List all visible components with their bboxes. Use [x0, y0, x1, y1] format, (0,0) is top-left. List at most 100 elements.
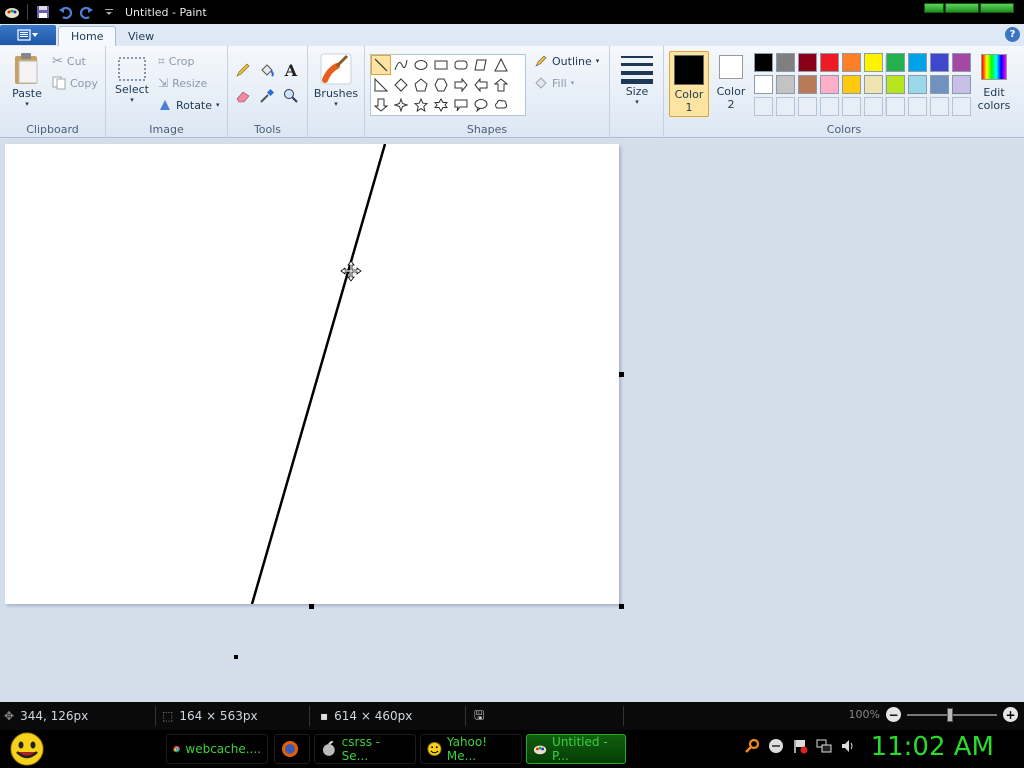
- palette-custom-slot[interactable]: [754, 97, 773, 116]
- triangle-shape-icon[interactable]: [491, 55, 511, 75]
- palette-swatch[interactable]: [930, 75, 949, 94]
- zoom-slider-thumb[interactable]: [947, 707, 953, 722]
- resize-handle-corner[interactable]: [619, 604, 624, 609]
- fill-button[interactable]: Fill ▾: [534, 73, 574, 93]
- palette-custom-slot[interactable]: [864, 97, 883, 116]
- taskbar-clock[interactable]: 11:02 AM: [871, 732, 994, 762]
- palette-custom-slot[interactable]: [842, 97, 861, 116]
- select-button[interactable]: Select ▾: [114, 56, 150, 104]
- palette-swatch[interactable]: [820, 75, 839, 94]
- minimize-button[interactable]: [924, 3, 944, 13]
- eraser-icon[interactable]: [233, 86, 253, 106]
- taskbar-item-csrss[interactable]: csrss - Se...: [314, 734, 416, 764]
- palette-swatch[interactable]: [864, 53, 883, 72]
- zoom-in-button[interactable]: +: [1003, 707, 1018, 722]
- resize-handle-bottom[interactable]: [309, 604, 314, 609]
- hexagon-shape-icon[interactable]: [431, 75, 451, 95]
- undo-icon[interactable]: [55, 2, 75, 22]
- oval-shape-icon[interactable]: [411, 55, 431, 75]
- palette-swatch[interactable]: [820, 53, 839, 72]
- curve-shape-icon[interactable]: [391, 55, 411, 75]
- canvas-workspace[interactable]: [0, 139, 1024, 702]
- rectangle-callout-shape-icon[interactable]: [451, 95, 471, 115]
- palette-swatch[interactable]: [798, 75, 817, 94]
- maximize-button[interactable]: [945, 3, 979, 13]
- palette-swatch[interactable]: [886, 75, 905, 94]
- line-shape-icon[interactable]: [371, 55, 391, 75]
- magnifier-icon[interactable]: [281, 86, 301, 106]
- palette-swatch[interactable]: [864, 75, 883, 94]
- pentagon-shape-icon[interactable]: [411, 75, 431, 95]
- palette-custom-slot[interactable]: [798, 97, 817, 116]
- tab-home[interactable]: Home: [58, 26, 117, 46]
- resize-handle-right[interactable]: [619, 372, 624, 377]
- redo-icon[interactable]: [77, 2, 97, 22]
- save-icon[interactable]: [33, 2, 53, 22]
- help-icon[interactable]: ?: [1005, 27, 1020, 42]
- outline-button[interactable]: Outline ▾: [534, 51, 599, 71]
- text-icon[interactable]: A: [281, 60, 301, 80]
- right-arrow-shape-icon[interactable]: [451, 75, 471, 95]
- rectangle-shape-icon[interactable]: [431, 55, 451, 75]
- customize-qat-icon[interactable]: [99, 2, 119, 22]
- palette-custom-slot[interactable]: [886, 97, 905, 116]
- rotate-button[interactable]: Rotate ▾: [158, 95, 220, 115]
- taskbar-item-firefox[interactable]: [274, 734, 310, 764]
- cut-button[interactable]: ✂ Cut: [52, 51, 86, 71]
- paste-button[interactable]: Paste ▾: [8, 52, 46, 108]
- palette-swatch[interactable]: [776, 53, 795, 72]
- palette-custom-slot[interactable]: [908, 97, 927, 116]
- up-arrow-shape-icon[interactable]: [491, 75, 511, 95]
- start-button[interactable]: [8, 732, 46, 766]
- search-icon[interactable]: [744, 738, 760, 754]
- oval-callout-shape-icon[interactable]: [471, 95, 491, 115]
- palette-custom-slot[interactable]: [820, 97, 839, 116]
- rounded-rectangle-shape-icon[interactable]: [451, 55, 471, 75]
- drawing-canvas[interactable]: [5, 144, 619, 604]
- polygon-shape-icon[interactable]: [471, 55, 491, 75]
- palette-custom-slot[interactable]: [776, 97, 795, 116]
- left-arrow-shape-icon[interactable]: [471, 75, 491, 95]
- right-triangle-shape-icon[interactable]: [371, 75, 391, 95]
- down-arrow-shape-icon[interactable]: [371, 95, 391, 115]
- palette-swatch[interactable]: [886, 53, 905, 72]
- palette-custom-slot[interactable]: [930, 97, 949, 116]
- edit-colors-button[interactable]: Edit colors: [976, 54, 1012, 116]
- brushes-button[interactable]: Brushes ▾: [312, 52, 360, 108]
- palette-swatch[interactable]: [842, 75, 861, 94]
- palette-swatch[interactable]: [930, 53, 949, 72]
- taskbar-item-paint[interactable]: Untitled - P...: [526, 734, 626, 764]
- zoom-out-button[interactable]: −: [886, 707, 901, 722]
- color-picker-icon[interactable]: [257, 86, 277, 106]
- palette-swatch[interactable]: [776, 75, 795, 94]
- taskbar-item-webcache[interactable]: webcache....: [166, 734, 268, 764]
- five-point-star-shape-icon[interactable]: [411, 95, 431, 115]
- pencil-icon[interactable]: [233, 60, 253, 80]
- cloud-callout-shape-icon[interactable]: [491, 95, 511, 115]
- six-point-star-shape-icon[interactable]: [431, 95, 451, 115]
- size-button[interactable]: Size ▾: [618, 54, 656, 106]
- palette-swatch[interactable]: [952, 53, 971, 72]
- network-icon[interactable]: [816, 738, 832, 754]
- palette-swatch[interactable]: [798, 53, 817, 72]
- zoom-slider[interactable]: [907, 707, 997, 722]
- taskbar-item-yahoo[interactable]: Yahoo! Me...: [420, 734, 522, 764]
- crop-button[interactable]: ⌗ Crop: [158, 51, 194, 71]
- fill-bucket-icon[interactable]: [257, 60, 277, 80]
- tab-view[interactable]: View: [116, 26, 166, 46]
- palette-swatch[interactable]: [754, 75, 773, 94]
- palette-swatch[interactable]: [908, 53, 927, 72]
- copy-button[interactable]: Copy: [52, 73, 98, 93]
- color2-button[interactable]: Color 2: [712, 55, 750, 117]
- color1-button[interactable]: Color 1: [669, 51, 709, 117]
- palette-swatch[interactable]: [908, 75, 927, 94]
- palette-swatch[interactable]: [754, 53, 773, 72]
- four-point-star-shape-icon[interactable]: [391, 95, 411, 115]
- diamond-shape-icon[interactable]: [391, 75, 411, 95]
- paint-menu-button[interactable]: [0, 25, 56, 45]
- palette-swatch[interactable]: [842, 53, 861, 72]
- close-button[interactable]: [980, 3, 1014, 13]
- drawn-line[interactable]: [5, 144, 619, 604]
- paint-app-icon[interactable]: [2, 2, 22, 22]
- action-center-flag-icon[interactable]: [792, 738, 808, 754]
